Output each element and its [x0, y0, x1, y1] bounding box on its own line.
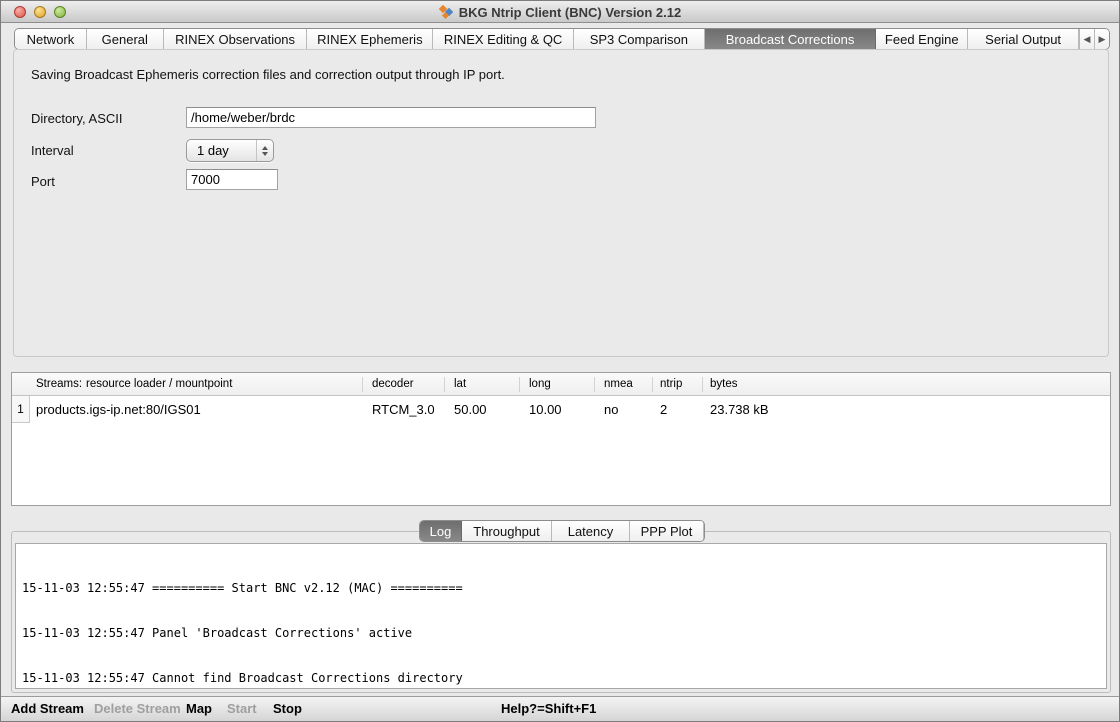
log-line: 15-11-03 12:55:47 ========== Start BNC v… [22, 581, 1100, 596]
title-bar[interactable]: BKG Ntrip Client (BNC) Version 2.12 [1, 1, 1119, 23]
window-title-area: BKG Ntrip Client (BNC) Version 2.12 [1, 1, 1119, 23]
col-nmea: nmea [604, 378, 633, 390]
tab-throughput[interactable]: Throughput [462, 521, 552, 541]
tab-latency[interactable]: Latency [552, 521, 630, 541]
cell-mountpoint: products.igs-ip.net:80/IGS01 [36, 402, 201, 417]
tab-rinex-observations[interactable]: RINEX Observations [164, 29, 308, 49]
col-decoder: decoder [372, 378, 414, 390]
tab-ppp-plot[interactable]: PPP Plot [630, 521, 704, 541]
bottom-toolbar: Add Stream Delete Stream Map Start Stop … [1, 696, 1119, 721]
tab-serial-output[interactable]: Serial Output [968, 29, 1079, 49]
tab-rinex-editing-qc[interactable]: RINEX Editing & QC [433, 29, 574, 49]
table-row[interactable]: 1 products.igs-ip.net:80/IGS01 RTCM_3.0 … [12, 396, 1110, 423]
tab-general[interactable]: General [87, 29, 164, 49]
app-icon [439, 5, 453, 19]
col-mountpoint: resource loader / mountpoint [86, 378, 232, 390]
window-title: BKG Ntrip Client (BNC) Version 2.12 [459, 5, 681, 20]
tab-network[interactable]: Network [15, 29, 87, 49]
pane-description: Saving Broadcast Ephemeris correction fi… [31, 67, 505, 82]
log-line: 15-11-03 12:55:47 Cannot find Broadcast … [22, 671, 1100, 686]
port-input[interactable] [186, 169, 278, 190]
col-ntrip: ntrip [660, 378, 682, 390]
delete-stream-button: Delete Stream [94, 701, 181, 716]
row-number: 1 [12, 396, 30, 423]
directory-ascii-input[interactable] [186, 107, 596, 128]
col-bytes: bytes [710, 378, 738, 390]
tab-feed-engine[interactable]: Feed Engine [876, 29, 968, 49]
log-tab-bar: Log Throughput Latency PPP Plot [419, 520, 705, 542]
start-button: Start [227, 701, 257, 716]
log-output[interactable]: 15-11-03 12:55:47 ========== Start BNC v… [15, 543, 1107, 689]
stop-button[interactable]: Stop [273, 701, 302, 716]
interval-selected-value: 1 day [187, 143, 256, 158]
tab-sp3-comparison[interactable]: SP3 Comparison [574, 29, 705, 49]
cell-nmea: no [604, 402, 618, 417]
cell-decoder: RTCM_3.0 [372, 402, 435, 417]
col-long: long [529, 378, 551, 390]
cell-long: 10.00 [529, 402, 562, 417]
cell-bytes: 23.738 kB [710, 402, 769, 417]
main-tab-bar: Network General RINEX Observations RINEX… [14, 28, 1110, 50]
log-line: 15-11-03 12:55:47 Panel 'Broadcast Corre… [22, 626, 1100, 641]
cell-lat: 50.00 [454, 402, 487, 417]
tab-rinex-ephemeris[interactable]: RINEX Ephemeris [307, 29, 433, 49]
streams-table-header: Streams: resource loader / mountpoint de… [12, 373, 1110, 396]
streams-label: Streams: [36, 378, 82, 390]
tab-log[interactable]: Log [420, 521, 462, 541]
interval-select[interactable]: 1 day [186, 139, 274, 162]
app-window: BKG Ntrip Client (BNC) Version 2.12 Netw… [0, 0, 1120, 722]
map-button[interactable]: Map [186, 701, 212, 716]
tab-scroll-left-icon[interactable]: ◀ [1079, 29, 1094, 49]
tab-scroll-controls: ◀ ▶ [1079, 29, 1109, 49]
cell-ntrip: 2 [660, 402, 667, 417]
streams-table[interactable]: Streams: resource loader / mountpoint de… [11, 372, 1111, 506]
tab-scroll-right-icon[interactable]: ▶ [1094, 29, 1109, 49]
tab-broadcast-corrections[interactable]: Broadcast Corrections [705, 29, 877, 49]
directory-ascii-label: Directory, ASCII [31, 111, 123, 126]
add-stream-button[interactable]: Add Stream [11, 701, 84, 716]
col-lat: lat [454, 378, 466, 390]
popup-stepper-icon [256, 140, 272, 161]
broadcast-corrections-pane [13, 49, 1109, 357]
port-label: Port [31, 174, 55, 189]
interval-label: Interval [31, 143, 74, 158]
help-hint: Help?=Shift+F1 [501, 701, 596, 716]
